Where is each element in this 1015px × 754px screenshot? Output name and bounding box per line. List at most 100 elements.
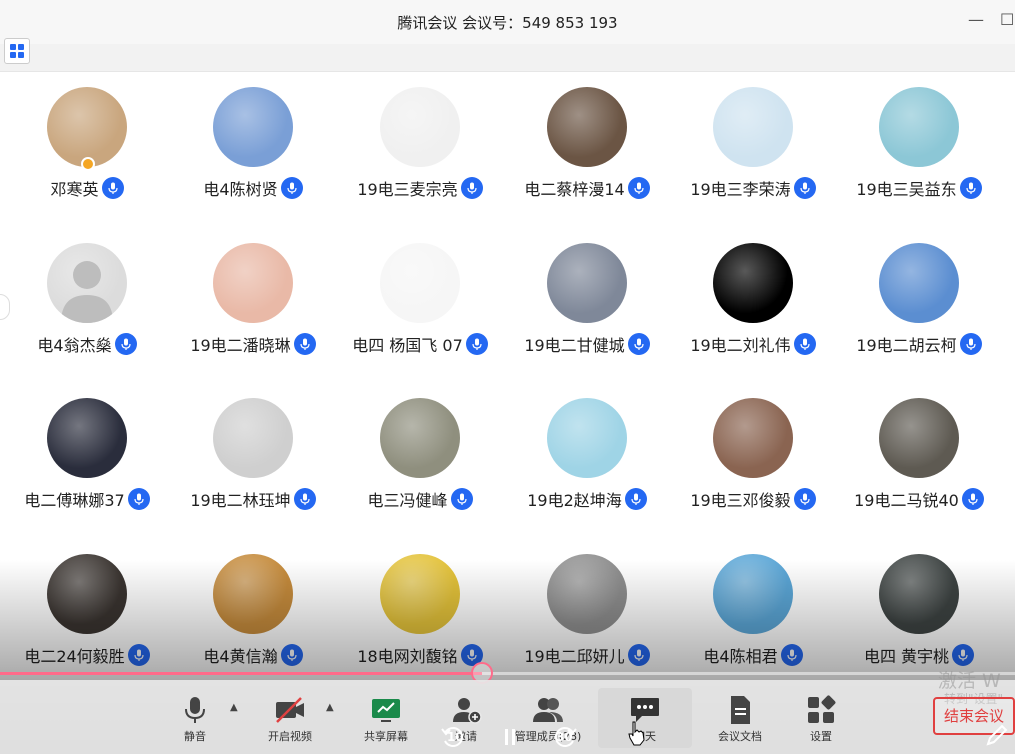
participant-tile[interactable]: 19电二甘健城: [504, 243, 670, 373]
mic-status-icon: [127, 488, 150, 510]
participant-tile[interactable]: 电4翁杰燊: [4, 243, 170, 373]
participant-name: 电二傅琳娜37: [24, 491, 125, 510]
participant-tile[interactable]: 19电三麦宗亮: [337, 87, 503, 217]
mic-status-icon: [280, 177, 303, 199]
participant-tile[interactable]: 电4黄信瀚: [170, 554, 336, 684]
pause-icon: [505, 729, 515, 745]
mic-status-icon: [624, 488, 647, 510]
avatar: [380, 398, 460, 478]
mic-status-icon: [959, 177, 982, 199]
participant-name-row: 电4陈相君: [670, 644, 836, 666]
avatar: [879, 87, 959, 167]
participant-tile[interactable]: 电二蔡梓漫14: [504, 87, 670, 217]
pause-button[interactable]: [503, 728, 517, 746]
participant-tile[interactable]: 19电二刘礼伟: [670, 243, 836, 373]
participant-name: 电四 黄宇桃: [863, 647, 950, 666]
participant-tile[interactable]: 19电二潘晓琳: [170, 243, 336, 373]
participant-tile[interactable]: 19电二林珏坤: [170, 398, 336, 528]
microphone-icon: [185, 697, 205, 723]
participant-name: 19电二甘健城: [524, 336, 625, 355]
settings-label: 设置: [810, 730, 832, 743]
minimize-icon[interactable]: —: [968, 10, 984, 29]
avatar: [213, 87, 293, 167]
participant-tile[interactable]: 19电三李荣涛: [670, 87, 836, 217]
participant-name-row: 19电三麦宗亮: [337, 177, 503, 199]
participant-name: 19电三麦宗亮: [357, 180, 458, 199]
participant-name-row: 邓寒英: [4, 177, 170, 199]
avatar: [713, 243, 793, 323]
participant-name: 19电二刘礼伟: [690, 336, 791, 355]
mic-status-icon: [450, 488, 473, 510]
grid-layout-icon: [10, 44, 24, 58]
maximize-icon[interactable]: ☐: [1000, 10, 1014, 29]
participant-tile[interactable]: 19电2赵坤海: [504, 398, 670, 528]
avatar: [547, 87, 627, 167]
start-video-button[interactable]: 开启视频: [250, 688, 330, 748]
participant-name-row: 19电二甘健城: [504, 333, 670, 355]
invite-button[interactable]: 邀请: [426, 688, 506, 748]
participant-tile[interactable]: 电4陈树贤: [170, 87, 336, 217]
annotate-pen-icon[interactable]: [984, 722, 1010, 748]
mic-status-icon: [293, 333, 316, 355]
avatar: [380, 554, 460, 634]
participant-name: 19电2赵坤海: [527, 491, 622, 510]
avatar: [713, 554, 793, 634]
mic-status-icon: [793, 333, 816, 355]
participant-name-row: 电四 黄宇桃: [836, 644, 1002, 666]
avatar: [47, 554, 127, 634]
settings-button[interactable]: 设置: [781, 688, 861, 748]
share-screen-button[interactable]: 共享屏幕: [346, 688, 426, 748]
participant-name-row: 19电三吴益东: [836, 177, 1002, 199]
video-progress-fill: [0, 672, 483, 675]
add-user-icon: [453, 698, 482, 724]
participant-tile[interactable]: 电二24何毅胜: [4, 554, 170, 684]
participant-name-row: 电4黄信瀚: [170, 644, 336, 666]
participant-tile[interactable]: 19电三吴益东: [836, 87, 1002, 217]
participant-tile[interactable]: 19电二邱妍儿: [504, 554, 670, 684]
participant-name-row: 19电二胡云柯: [836, 333, 1002, 355]
participant-tile[interactable]: 19电二胡云柯: [836, 243, 1002, 373]
title-bar: 腾讯会议 会议号：549 853 193 — ☐: [0, 0, 1015, 44]
participant-tile[interactable]: 电三冯健峰: [337, 398, 503, 528]
participant-name: 电4陈相君: [703, 647, 778, 666]
participant-tile[interactable]: 电四 黄宇桃: [836, 554, 1002, 684]
avatar: [879, 554, 959, 634]
mute-button[interactable]: 静音: [155, 688, 235, 748]
participant-name: 电4翁杰燊: [37, 336, 112, 355]
avatar: [47, 87, 127, 167]
mic-status-icon: [780, 644, 803, 666]
meeting-docs-button[interactable]: 会议文档: [700, 688, 780, 748]
video-progress-bar[interactable]: [0, 662, 1015, 684]
participant-name: 19电二马锐40: [854, 491, 959, 510]
participant-name: 电二24何毅胜: [24, 647, 125, 666]
participant-name: 19电二邱妍儿: [524, 647, 625, 666]
mic-status-icon: [793, 488, 816, 510]
video-options-caret-icon[interactable]: ▲: [326, 702, 334, 713]
participant-name: 电4黄信瀚: [203, 647, 278, 666]
avatar: [547, 398, 627, 478]
avatar: [879, 243, 959, 323]
participant-tile[interactable]: 19电二马锐40: [836, 398, 1002, 528]
participant-name-row: 19电二邱妍儿: [504, 644, 670, 666]
participant-name-row: 19电二刘礼伟: [670, 333, 836, 355]
participant-tile[interactable]: 电4陈相君: [670, 554, 836, 684]
participant-name: 19电三李荣涛: [690, 180, 791, 199]
participant-name: 18电网刘馥铭: [357, 647, 458, 666]
participant-name: 邓寒英: [50, 180, 99, 199]
mic-status-icon: [127, 644, 150, 666]
mic-status-icon: [114, 333, 137, 355]
avatar: [213, 398, 293, 478]
audio-options-caret-icon[interactable]: ▲: [230, 702, 238, 713]
participant-grid: 邓寒英 电4陈树贤 19电三麦宗亮 电二蔡梓漫14 19电三李荣涛 19电三吴益东电4翁杰…: [0, 72, 1015, 682]
mic-status-icon: [627, 333, 650, 355]
avatar: [380, 243, 460, 323]
participant-name-row: 电四 杨国飞 07: [337, 333, 503, 355]
participant-tile[interactable]: 19电三邓俊毅: [670, 398, 836, 528]
layout-switch-button[interactable]: [4, 38, 30, 64]
participant-tile[interactable]: 邓寒英: [4, 87, 170, 217]
participant-tile[interactable]: 电四 杨国飞 07: [337, 243, 503, 373]
participant-tile[interactable]: 电二傅琳娜37: [4, 398, 170, 528]
activation-watermark: 激活 W: [938, 670, 1001, 692]
forward-seconds: 30: [556, 730, 573, 744]
mic-status-icon: [460, 177, 483, 199]
